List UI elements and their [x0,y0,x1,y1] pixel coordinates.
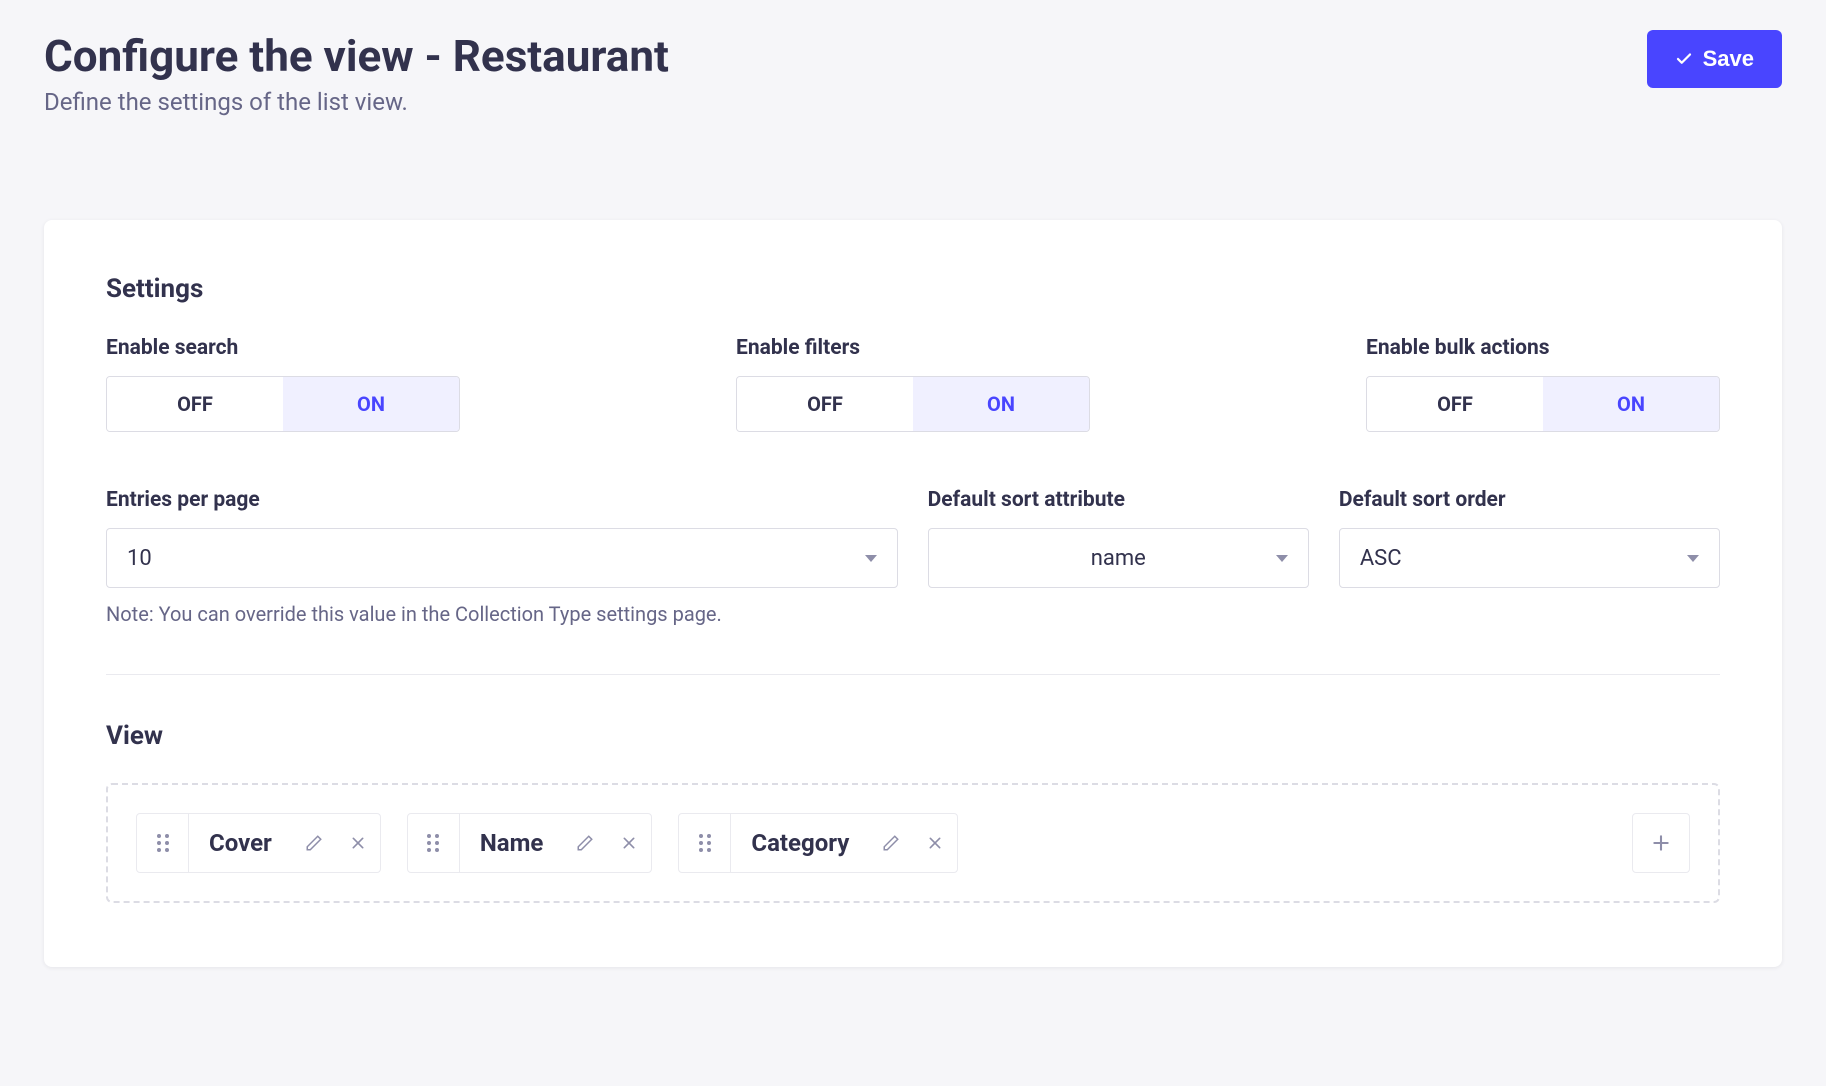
close-icon[interactable] [336,835,380,851]
close-icon[interactable] [607,835,651,851]
enable-search-toggle[interactable]: OFF ON [106,376,460,432]
default-sort-order-value: ASC [1360,546,1402,571]
divider [106,674,1720,675]
settings-card: Settings Enable search OFF ON Enable fil… [44,220,1782,967]
entries-per-page-label: Entries per page [106,488,898,512]
enable-bulk-on[interactable]: ON [1543,377,1719,431]
field-chip-name: Name [407,813,653,873]
default-sort-attr-select[interactable]: name [928,528,1309,588]
drag-handle-icon[interactable] [137,814,189,872]
enable-filters-label: Enable filters [736,336,1090,360]
page-subtitle: Define the settings of the list view. [44,88,669,116]
default-sort-order-select[interactable]: ASC [1339,528,1720,588]
caret-down-icon [865,555,877,562]
pencil-icon[interactable] [869,834,913,852]
drag-handle-icon[interactable] [408,814,460,872]
drag-handle-icon[interactable] [679,814,731,872]
caret-down-icon [1687,555,1699,562]
field-chip-label: Name [460,829,564,857]
enable-filters-on[interactable]: ON [913,377,1089,431]
page-title: Configure the view - Restaurant [44,30,669,82]
enable-bulk-label: Enable bulk actions [1366,336,1720,360]
save-button-label: Save [1703,46,1754,72]
add-field-button[interactable] [1632,813,1690,873]
view-fields-container: Cover Name Category [106,783,1720,903]
settings-heading: Settings [106,274,1720,304]
field-chip-label: Category [731,829,869,857]
field-chip-category: Category [678,813,958,873]
enable-search-label: Enable search [106,336,460,360]
plus-icon [1651,833,1671,853]
check-icon [1675,50,1693,68]
entries-per-page-note: Note: You can override this value in the… [106,602,898,626]
default-sort-attr-label: Default sort attribute [928,488,1309,512]
save-button[interactable]: Save [1647,30,1782,88]
pencil-icon[interactable] [292,834,336,852]
entries-per-page-select[interactable]: 10 [106,528,898,588]
view-heading: View [106,721,1720,751]
enable-filters-toggle[interactable]: OFF ON [736,376,1090,432]
pencil-icon[interactable] [563,834,607,852]
enable-search-on[interactable]: ON [283,377,459,431]
caret-down-icon [1276,555,1288,562]
default-sort-order-label: Default sort order [1339,488,1720,512]
enable-search-off[interactable]: OFF [107,377,283,431]
default-sort-attr-value: name [1091,546,1146,571]
entries-per-page-value: 10 [127,546,152,571]
field-chip-cover: Cover [136,813,381,873]
close-icon[interactable] [913,835,957,851]
enable-filters-off[interactable]: OFF [737,377,913,431]
enable-bulk-toggle[interactable]: OFF ON [1366,376,1720,432]
field-chip-label: Cover [189,829,292,857]
enable-bulk-off[interactable]: OFF [1367,377,1543,431]
